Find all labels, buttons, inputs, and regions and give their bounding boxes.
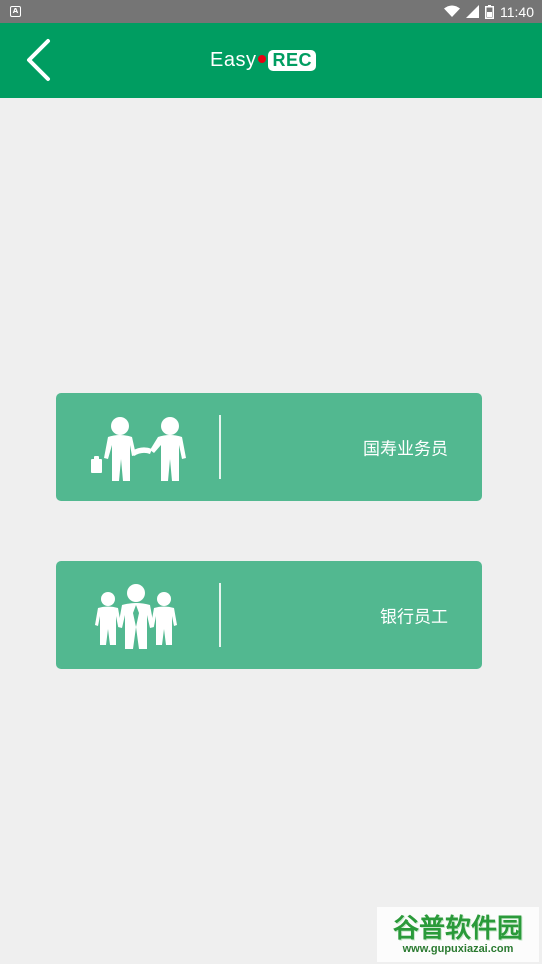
battery-icon [485,4,494,19]
site-watermark: 谷普软件园 www.gupuxiazai.com [377,907,539,962]
role-label-text: 国寿业务员 [363,439,448,460]
role-card-bank-staff[interactable]: 银行员工 [56,561,482,669]
agents-handshake-icon [91,417,186,481]
cell-signal-icon [466,5,479,18]
staff-group-icon [95,584,177,649]
logo-easy-text: Easy [210,48,257,71]
watermark-logo: 谷普软件园 [392,913,523,944]
role-label-text: 银行员工 [380,607,448,628]
status-right: 11:40 [444,4,534,20]
logo-rec-text: REC [268,49,316,71]
status-bar: A 11:40 [0,0,542,23]
notification-app-icon: A [10,6,21,17]
role-card-agent[interactable]: 国寿业务员 [56,393,482,501]
logo-record-dot [258,55,267,63]
role-label-agent: 国寿业务员 [363,435,448,460]
role-label-bank-staff: 银行员工 [380,603,448,628]
app-bar: Easy REC [0,23,542,98]
wifi-icon [444,5,460,17]
card-divider [219,415,221,479]
watermark-url: www.gupuxiazai.com [402,942,514,955]
status-time: 11:40 [500,3,534,20]
card-divider [219,583,221,647]
chevron-left-icon [27,39,50,81]
easyrec-logo: Easy REC [210,47,316,73]
status-left: A [10,6,21,17]
back-button[interactable] [18,35,58,85]
